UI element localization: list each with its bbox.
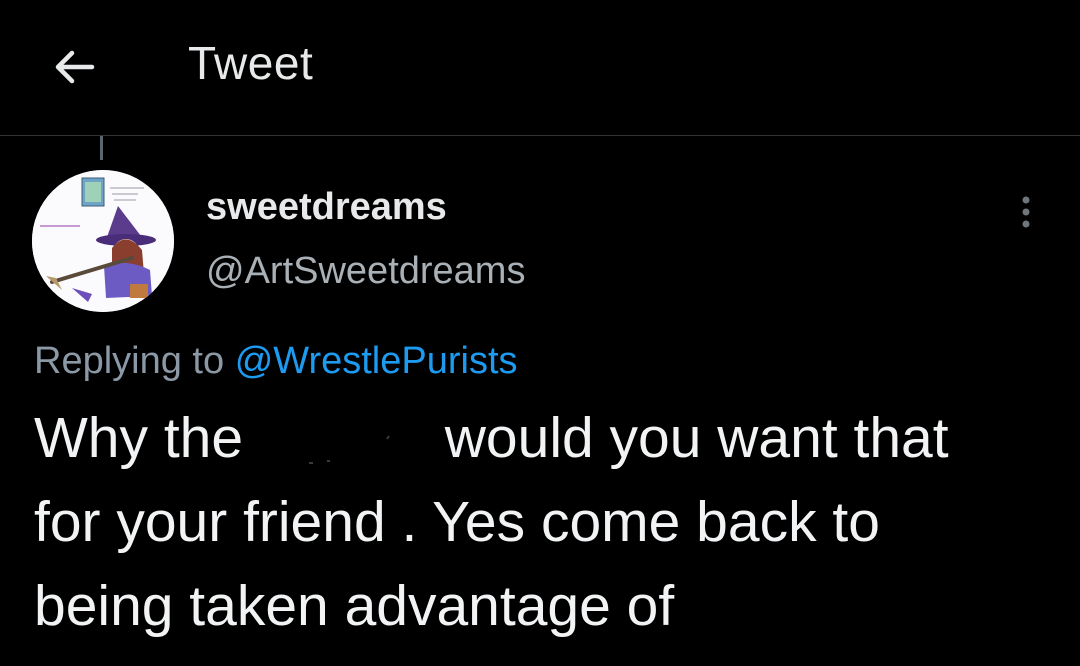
tweet-line-3: being taken advantage of	[34, 574, 675, 638]
censored-word	[259, 412, 429, 472]
back-button[interactable]	[40, 38, 108, 96]
replying-to-label: Replying to	[34, 340, 225, 382]
vertical-ellipsis-icon	[1022, 196, 1030, 228]
page-title: Tweet	[188, 37, 314, 89]
tweet-line-1-start: Why the	[34, 406, 244, 470]
tweet-line-1: Why the would you want that	[34, 396, 1064, 480]
mention-link[interactable]: @WrestlePurists	[235, 340, 518, 382]
tweet-line-2: for your friend . Yes come back to	[34, 490, 880, 554]
avatar[interactable]	[32, 170, 174, 312]
top-app-bar: Tweet	[0, 0, 1080, 136]
tweet-line-1-end: would you want that	[444, 406, 949, 470]
tweet-body: Why the would you want that for your fri…	[34, 396, 1064, 648]
thread-connector-line	[100, 136, 103, 160]
author-display-name[interactable]: sweetdreams	[206, 186, 447, 229]
author-handle[interactable]: @ArtSweetdreams	[206, 250, 525, 293]
replying-to-line: Replying to @WrestlePurists	[34, 340, 518, 383]
anime-witch-avatar-icon	[32, 170, 174, 312]
more-options-button[interactable]	[1008, 190, 1044, 234]
arrow-left-icon	[55, 50, 95, 84]
